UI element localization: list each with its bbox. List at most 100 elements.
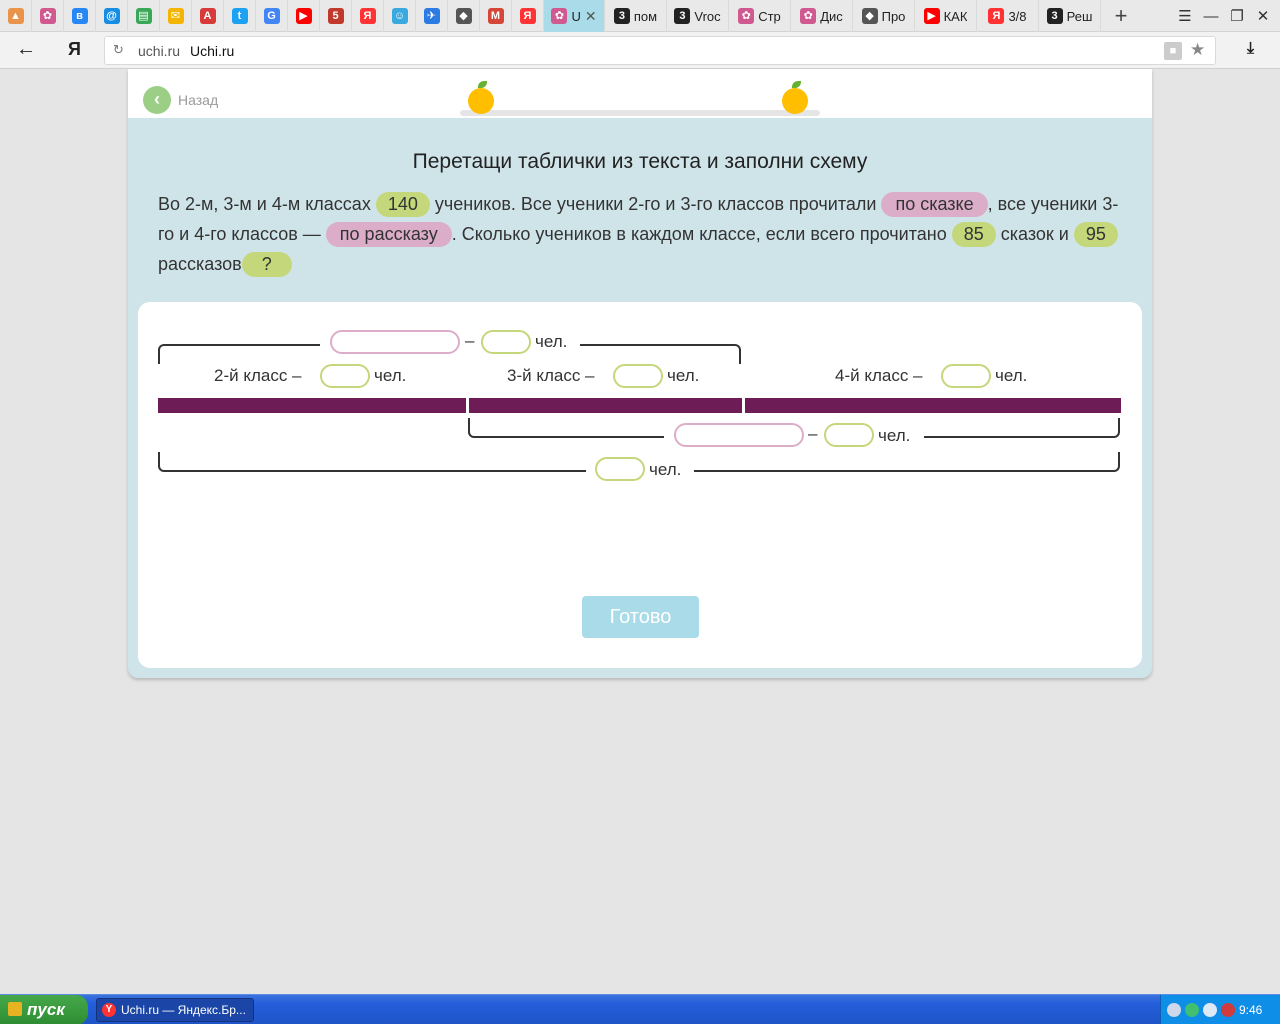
- browser-tab[interactable]: @: [96, 0, 128, 32]
- system-tray: 9:46: [1160, 995, 1280, 1024]
- reload-icon[interactable]: ↻: [113, 42, 124, 58]
- browser-tab[interactable]: ◆ Про: [853, 0, 915, 32]
- yandex-browser-icon: Y: [102, 1003, 116, 1017]
- tab-title: Vroc: [694, 8, 721, 24]
- browser-tab[interactable]: t: [224, 0, 256, 32]
- start-label: пуск: [27, 1000, 65, 1019]
- browser-tab[interactable]: A: [192, 0, 224, 32]
- tab-title: Стр: [758, 8, 781, 24]
- browser-tab[interactable]: ▤: [128, 0, 160, 32]
- yandex-icon: Я: [519, 8, 536, 24]
- lock-icon[interactable]: ■: [1164, 42, 1182, 60]
- tab-title: пом: [633, 8, 658, 24]
- word-drop-slot-middle[interactable]: [674, 423, 804, 447]
- scheme-area: – чел. 2-й класс – чел. 3-й класс – чел.…: [138, 302, 1142, 668]
- start-button[interactable]: пуск: [0, 995, 88, 1024]
- browser-tab[interactable]: M: [480, 0, 512, 32]
- close-tab-icon[interactable]: ✕: [585, 8, 597, 25]
- bookmark-star-icon[interactable]: ★: [1190, 40, 1205, 60]
- browser-tab[interactable]: G: [256, 0, 288, 32]
- google-icon: G: [263, 8, 280, 24]
- tab-title: Про: [881, 8, 906, 24]
- back-chevron-icon[interactable]: ‹: [143, 86, 171, 114]
- uchi-icon: ✿: [39, 8, 56, 24]
- clock: 9:46: [1239, 1003, 1263, 1017]
- word-drop-slot-top[interactable]: [330, 330, 460, 354]
- class-2-segment: [158, 398, 466, 413]
- network-icon[interactable]: [1185, 1003, 1199, 1017]
- uchi-icon: ✿: [551, 8, 568, 24]
- envelope-icon: ✉: [167, 8, 184, 24]
- browser-tab[interactable]: ✈: [416, 0, 448, 32]
- browser-tab[interactable]: ◆: [448, 0, 480, 32]
- fairy-tale-chip[interactable]: по сказке: [881, 192, 988, 217]
- number-drop-slot-middle[interactable]: [824, 423, 874, 447]
- browser-tab[interactable]: ▲: [0, 0, 32, 32]
- card-header: ‹ Назад: [128, 69, 1152, 118]
- new-tab-button[interactable]: +: [1108, 3, 1134, 29]
- yandex-logo[interactable]: Я: [68, 39, 81, 60]
- browser-tab[interactable]: ✿: [32, 0, 64, 32]
- tray-arrow-icon[interactable]: [1167, 1003, 1181, 1017]
- browser-tab[interactable]: ✿ U ✕: [544, 0, 605, 32]
- download-icon[interactable]: ⤓: [1247, 40, 1254, 58]
- task-title: Перетащи таблички из текста и заполни сх…: [412, 150, 868, 173]
- dash-label: –: [465, 331, 475, 350]
- yandex-icon: Я: [359, 8, 376, 24]
- browser-tab[interactable]: 3 Реш: [1039, 0, 1101, 32]
- number-drop-slot-top[interactable]: [481, 330, 531, 354]
- browser-tab[interactable]: ▶: [288, 0, 320, 32]
- minimize-icon[interactable]: —: [1199, 4, 1223, 28]
- browser-tab[interactable]: ☺: [384, 0, 416, 32]
- taskbar-window-button[interactable]: Y Uchi.ru — Яндекс.Бр...: [96, 998, 254, 1022]
- roblox-icon: ◆: [455, 8, 472, 24]
- browser-tab[interactable]: 5: [320, 0, 352, 32]
- number-chip-95[interactable]: 95: [1073, 222, 1118, 247]
- tab-title: Реш: [1066, 8, 1093, 24]
- browser-tab[interactable]: Я: [512, 0, 544, 32]
- dash-label: –: [808, 424, 818, 443]
- browser-tab[interactable]: Я 3/8: [977, 0, 1039, 32]
- os-taskbar: пуск Y Uchi.ru — Яндекс.Бр... 9:46: [0, 994, 1280, 1024]
- class-4-drop-slot[interactable]: [941, 364, 991, 388]
- total-drop-slot[interactable]: [595, 457, 645, 481]
- digit3-icon: 3: [613, 8, 630, 24]
- browser-tab[interactable]: ✉: [160, 0, 192, 32]
- browser-tab[interactable]: в: [64, 0, 96, 32]
- class-3-drop-slot[interactable]: [613, 364, 663, 388]
- badge-562-icon: 5: [327, 8, 344, 24]
- story-chip[interactable]: по рассказу: [325, 222, 452, 247]
- problem-text-part: . Сколько учеников в каждом классе, если…: [451, 224, 952, 244]
- youtube-icon: ▶: [295, 8, 312, 24]
- problem-text-part: Во 2-м, 3-м и 4-м классах: [158, 194, 376, 214]
- unit-label: чел.: [374, 366, 407, 385]
- question-chip[interactable]: ?: [241, 252, 292, 277]
- number-chip-85[interactable]: 85: [951, 222, 996, 247]
- yandex-icon: Я: [988, 8, 1005, 24]
- ready-button[interactable]: Готово: [582, 596, 699, 638]
- number-chip-140[interactable]: 140: [375, 192, 430, 217]
- orange-icon: [782, 81, 808, 114]
- browser-tab[interactable]: ✿ Стр: [729, 0, 791, 32]
- unit-label: чел.: [649, 460, 682, 479]
- back-arrow-icon[interactable]: ←: [16, 38, 36, 61]
- browser-tab[interactable]: ▶ КАК: [915, 0, 977, 32]
- url-field[interactable]: ↻ uchi.ru Uchi.ru ■ ★: [104, 36, 1216, 65]
- menu-icon[interactable]: ☰: [1173, 4, 1197, 28]
- class-2-label: 2-й класс –: [214, 366, 302, 385]
- back-link[interactable]: Назад: [178, 92, 218, 108]
- class-2-drop-slot[interactable]: [320, 364, 370, 388]
- windows-flag-icon: [8, 1002, 22, 1016]
- restore-icon[interactable]: ❐: [1225, 4, 1249, 28]
- language-flag-icon[interactable]: [1221, 1003, 1235, 1017]
- browser-tab[interactable]: 3 пом: [605, 0, 667, 32]
- class-4-segment: [745, 398, 1121, 413]
- browser-tab[interactable]: Я: [352, 0, 384, 32]
- browser-tab[interactable]: ✿ Дис: [791, 0, 853, 32]
- close-window-icon[interactable]: ✕: [1251, 4, 1275, 28]
- volume-icon[interactable]: [1203, 1003, 1217, 1017]
- browser-tab[interactable]: 3 Vroc: [667, 0, 729, 32]
- tab-title: КАК: [943, 8, 968, 24]
- gmail-icon: M: [487, 8, 504, 24]
- problem-text-part: учеников. Все ученики 2-го и 3-го классо…: [429, 194, 882, 214]
